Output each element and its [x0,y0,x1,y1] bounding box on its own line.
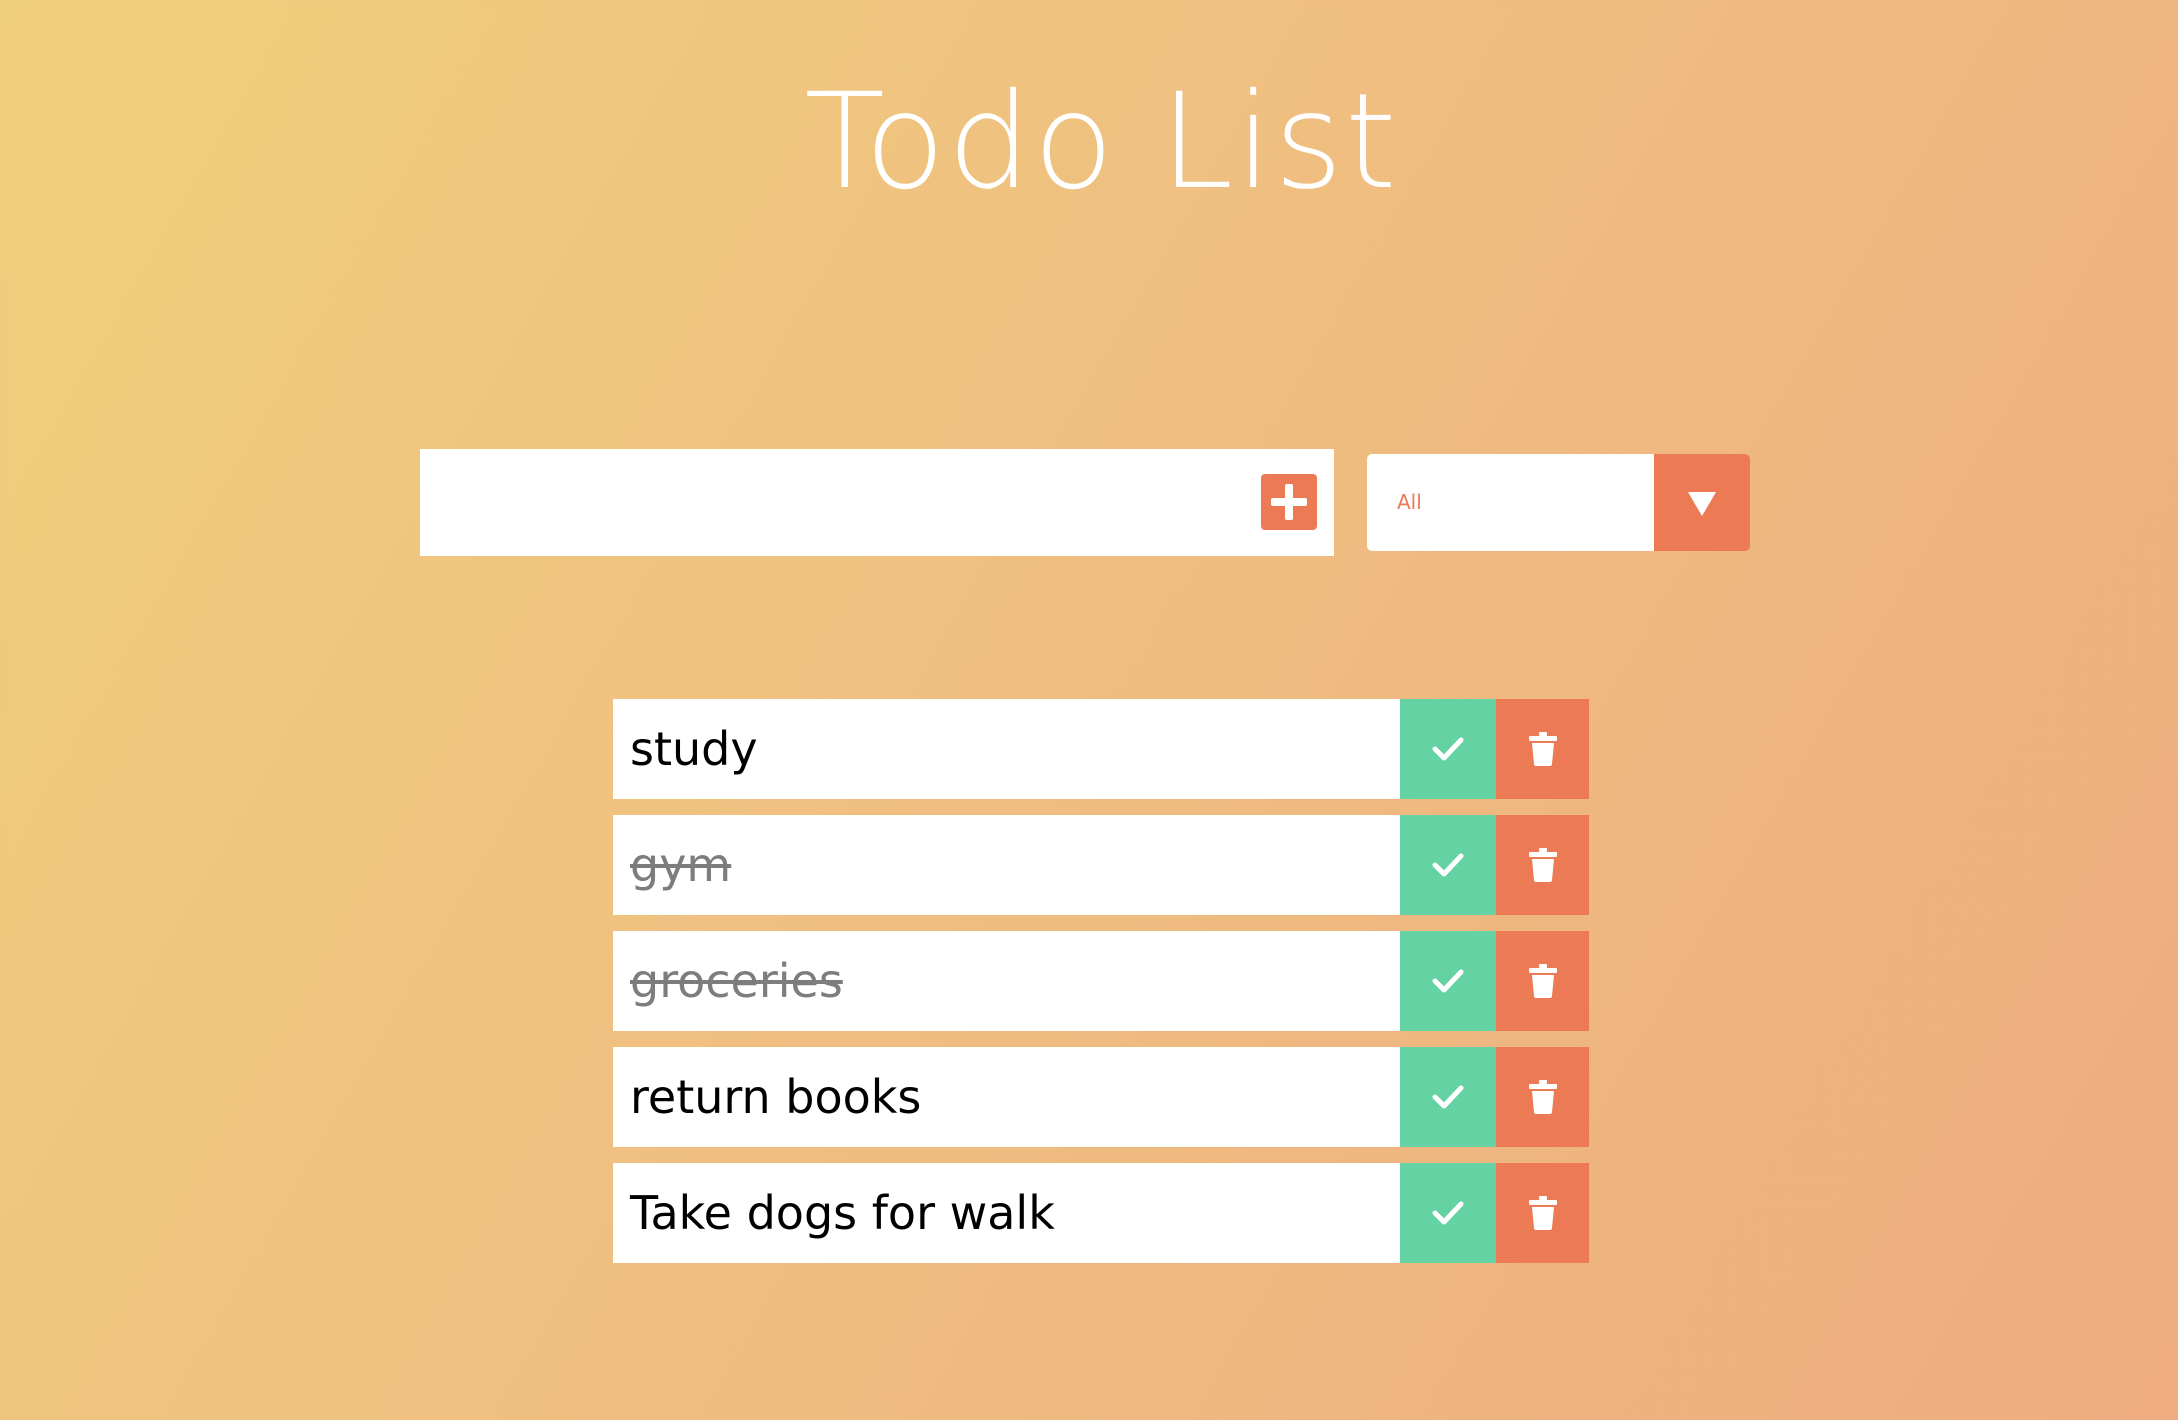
filter-dropdown-button[interactable] [1654,454,1750,551]
complete-button[interactable] [1400,1047,1496,1147]
todo-input[interactable] [420,449,1260,556]
todo-list: study gym groceries return books Take do… [613,699,1589,1279]
todo-item: study [613,699,1589,799]
complete-button[interactable] [1400,1163,1496,1263]
delete-button[interactable] [1496,699,1589,799]
todo-item: Take dogs for walk [613,1163,1589,1263]
todo-item: groceries [613,931,1589,1031]
filter-select[interactable]: All [1367,454,1750,551]
complete-button[interactable] [1400,815,1496,915]
todo-text: study [630,722,758,776]
todo-text: gym [630,838,732,892]
todo-text: groceries [630,954,843,1008]
complete-button[interactable] [1400,699,1496,799]
delete-button[interactable] [1496,815,1589,915]
add-todo-button[interactable] [1261,474,1317,530]
delete-button[interactable] [1496,1163,1589,1263]
page-title: Todo List [804,65,1399,219]
complete-button[interactable] [1400,931,1496,1031]
todo-item: gym [613,815,1589,915]
todo-item: return books [613,1047,1589,1147]
delete-button[interactable] [1496,931,1589,1031]
todo-text: Take dogs for walk [630,1186,1055,1240]
todo-text: return books [630,1070,922,1124]
filter-selected-value: All [1397,490,1422,514]
plus-icon [1261,474,1317,530]
todo-input-container [420,449,1334,556]
delete-button[interactable] [1496,1047,1589,1147]
